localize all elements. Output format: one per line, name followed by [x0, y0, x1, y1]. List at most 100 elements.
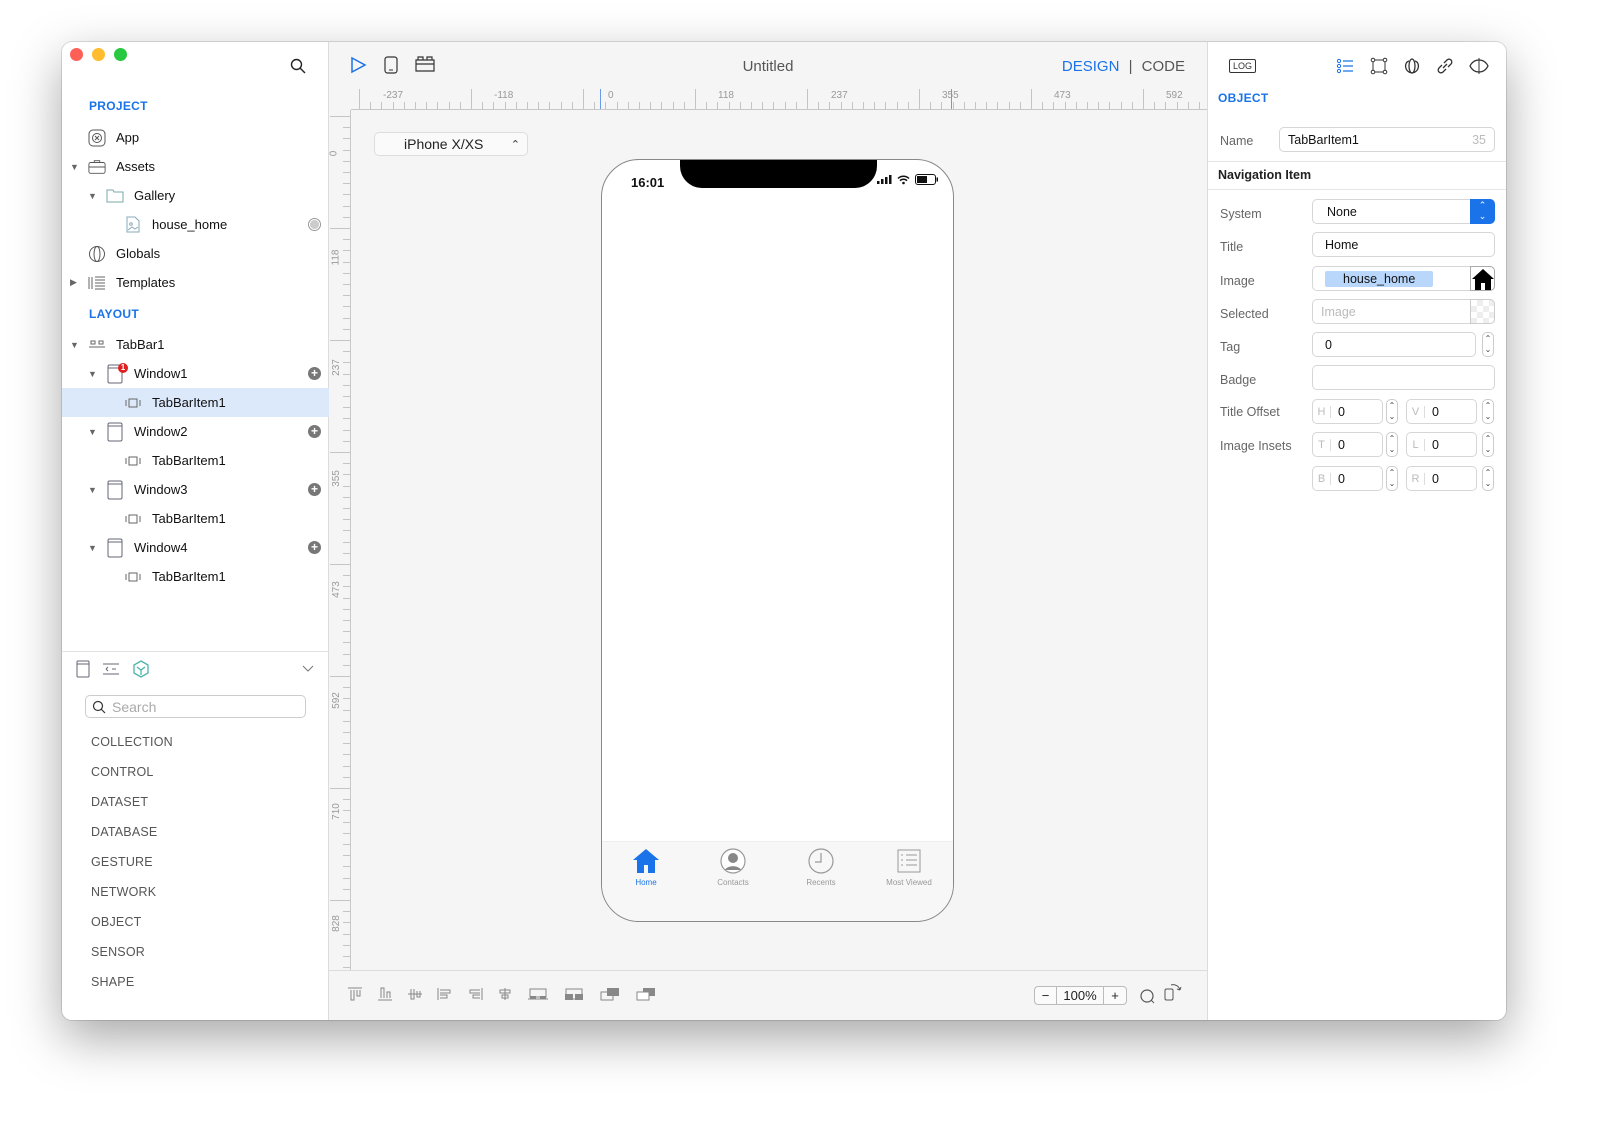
window-library-icon[interactable]	[76, 660, 90, 678]
align-bottom-icon[interactable]	[377, 987, 393, 1001]
category-object[interactable]: OBJECT	[91, 915, 142, 929]
tree-item-app[interactable]: App	[62, 123, 329, 152]
tree-item-window4[interactable]: ▼ Window4 +	[62, 533, 329, 562]
chevron-down-icon[interactable]	[302, 665, 314, 673]
tree-item-gallery[interactable]: ▼ Gallery	[62, 181, 329, 210]
disclosure-triangle-open[interactable]: ▼	[70, 162, 79, 172]
disclosure-triangle-open[interactable]: ▼	[88, 369, 97, 379]
ruler-tick	[343, 922, 350, 924]
properties-list-icon[interactable]	[1336, 57, 1354, 75]
disclosure-triangle-open[interactable]: ▼	[88, 543, 97, 553]
image-insets-t-stepper[interactable]: ⌃ ⌄	[1386, 432, 1398, 457]
title-input[interactable]: Home	[1312, 232, 1495, 257]
zoom-fit-icon[interactable]	[1139, 988, 1155, 1004]
log-button[interactable]: LOG	[1229, 59, 1257, 73]
tree-item-tabbaritem1[interactable]: TabBarItem1	[62, 446, 329, 475]
add-button[interactable]: +	[308, 541, 321, 554]
ruler-tick	[343, 832, 350, 834]
category-collection[interactable]: COLLECTION	[91, 735, 173, 749]
disclosure-triangle-closed[interactable]: ▶	[70, 277, 77, 288]
add-button[interactable]: +	[308, 367, 321, 380]
align-vcenter-icon[interactable]	[407, 987, 423, 1001]
visibility-icon[interactable]	[1469, 57, 1489, 75]
bring-forward-icon[interactable]	[599, 987, 621, 1001]
disclosure-triangle-open[interactable]: ▼	[70, 340, 79, 350]
tree-item-assets[interactable]: ▼ Assets	[62, 152, 329, 181]
image-insets-l-stepper[interactable]: ⌃ ⌄	[1482, 432, 1494, 457]
title-offset-h-stepper[interactable]: ⌃ ⌄	[1386, 399, 1398, 424]
close-button[interactable]	[70, 48, 83, 61]
tree-item-templates[interactable]: ▶ Templates	[62, 268, 329, 297]
add-button[interactable]: +	[308, 425, 321, 438]
zoom-in-button[interactable]: +	[1104, 987, 1126, 1004]
tag-input[interactable]: 0	[1312, 332, 1476, 357]
disclosure-triangle-open[interactable]: ▼	[88, 191, 97, 201]
add-button[interactable]: +	[308, 483, 321, 496]
align-left-icon[interactable]	[437, 987, 453, 1001]
tab-most-viewed[interactable]: Most Viewed	[865, 847, 953, 887]
style-icon[interactable]	[1403, 57, 1421, 75]
category-sensor[interactable]: SENSOR	[91, 945, 145, 959]
tree-item-window2[interactable]: ▼ Window2 +	[62, 417, 329, 446]
image-insets-r-stepper[interactable]: ⌃ ⌄	[1482, 466, 1494, 491]
image-insets-l-input[interactable]: L0	[1406, 432, 1477, 457]
system-select[interactable]: None ⌃ ⌄	[1312, 199, 1495, 224]
tree-item-window3[interactable]: ▼ Window3 +	[62, 475, 329, 504]
device-selector[interactable]: iPhone X/XS ⌃	[374, 132, 528, 156]
selected-image-input[interactable]: Image	[1312, 299, 1495, 324]
zoom-level[interactable]: 100%	[1057, 987, 1104, 1004]
code-library-icon[interactable]	[102, 663, 120, 675]
title-offset-h-input[interactable]: H0	[1312, 399, 1383, 424]
badge-input[interactable]	[1312, 365, 1495, 390]
tab-home[interactable]: Home	[602, 847, 690, 887]
category-control[interactable]: CONTROL	[91, 765, 154, 779]
tree-item-window1[interactable]: ▼ 1 Window1 +	[62, 359, 329, 388]
design-mode-button[interactable]: DESIGN	[1062, 58, 1120, 75]
image-preview[interactable]	[1470, 266, 1495, 291]
code-mode-button[interactable]: CODE	[1142, 58, 1185, 75]
align-hcenter-icon[interactable]	[497, 987, 513, 1001]
tab-contacts[interactable]: Contacts	[689, 847, 777, 887]
image-input[interactable]: house_home	[1312, 266, 1495, 291]
tree-item-tabbaritem1[interactable]: TabBarItem1	[62, 562, 329, 591]
category-database[interactable]: DATABASE	[91, 825, 157, 839]
image-insets-t-input[interactable]: T0	[1312, 432, 1383, 457]
zoom-button[interactable]	[114, 48, 127, 61]
tree-item-tabbar1[interactable]: ▼ TabBar1	[62, 330, 329, 359]
minimize-button[interactable]	[92, 48, 105, 61]
zoom-out-button[interactable]: −	[1035, 987, 1057, 1004]
align-top-icon[interactable]	[347, 987, 363, 1001]
frame-icon[interactable]	[1370, 57, 1388, 75]
search-icon[interactable]	[290, 58, 306, 74]
title-offset-v-input[interactable]: V0	[1406, 399, 1477, 424]
distribute-vertical-icon[interactable]	[563, 987, 585, 1001]
tag-stepper[interactable]: ⌃ ⌄	[1482, 332, 1494, 357]
empty-image-preview[interactable]	[1470, 299, 1495, 324]
rotate-device-icon[interactable]	[1163, 982, 1183, 1002]
phone-preview[interactable]: 16:01 Home Contacts Recents Most Viewed	[601, 159, 954, 922]
align-right-icon[interactable]	[467, 987, 483, 1001]
cube-icon[interactable]	[132, 660, 150, 678]
link-icon[interactable]	[1436, 57, 1454, 75]
tree-item-tabbaritem1[interactable]: TabBarItem1	[62, 504, 329, 533]
image-insets-b-input[interactable]: B0	[1312, 466, 1383, 491]
tree-item-house-home[interactable]: house_home	[62, 210, 329, 239]
image-insets-r-input[interactable]: R0	[1406, 466, 1477, 491]
tree-item-tabbaritem1-selected[interactable]: TabBarItem1	[62, 388, 329, 417]
library-search-input[interactable]: Search	[85, 695, 306, 718]
category-gesture[interactable]: GESTURE	[91, 855, 153, 869]
name-input[interactable]: TabBarItem1 35	[1279, 127, 1495, 152]
distribute-horizontal-icon[interactable]	[527, 987, 549, 1001]
category-dataset[interactable]: DATASET	[91, 795, 148, 809]
category-network[interactable]: NETWORK	[91, 885, 156, 899]
search-icon	[92, 700, 106, 713]
canvas-bottom-toolbar: − 100% +	[329, 970, 1207, 1020]
image-insets-b-stepper[interactable]: ⌃ ⌄	[1386, 466, 1398, 491]
tree-item-globals[interactable]: Globals	[62, 239, 329, 268]
send-backward-icon[interactable]	[635, 987, 657, 1001]
disclosure-triangle-open[interactable]: ▼	[88, 427, 97, 437]
category-shape[interactable]: SHAPE	[91, 975, 134, 989]
disclosure-triangle-open[interactable]: ▼	[88, 485, 97, 495]
title-offset-v-stepper[interactable]: ⌃ ⌄	[1482, 399, 1494, 424]
tab-recents[interactable]: Recents	[777, 847, 865, 887]
